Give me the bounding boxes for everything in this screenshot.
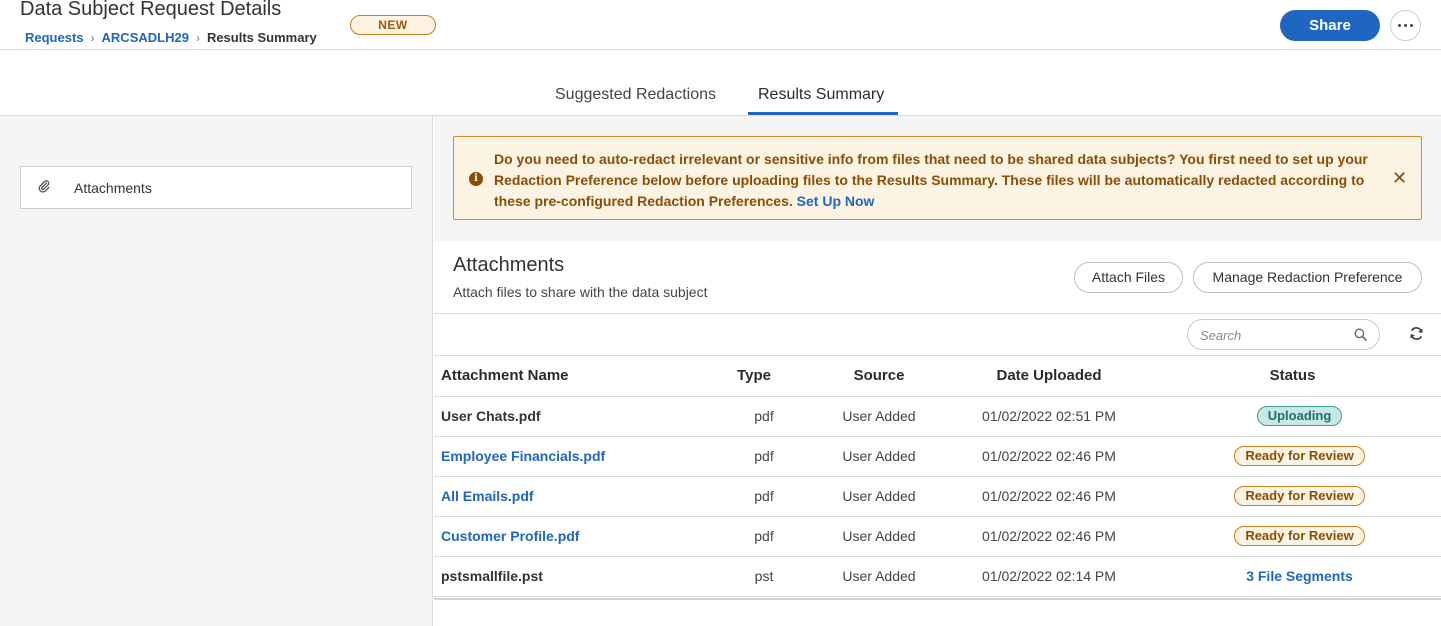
tab-bar: Suggested Redactions Results Summary — [0, 51, 1441, 116]
search-input[interactable] — [1200, 326, 1350, 344]
section-title: Attachments — [453, 254, 565, 276]
attachment-source: User Added — [804, 476, 954, 517]
status-badge: Ready for Review — [1234, 486, 1365, 506]
attachment-status: Ready for Review — [1144, 476, 1441, 517]
table-bottom-border — [434, 598, 1441, 600]
active-tab-indicator — [748, 112, 898, 115]
table-row: All Emails.pdf pdf User Added 01/02/2022… — [434, 476, 1441, 517]
page-title: Data Subject Request Details — [20, 0, 282, 20]
tab-results-summary[interactable]: Results Summary — [758, 86, 884, 104]
manage-redaction-preference-button[interactable]: Manage Redaction Preference — [1193, 262, 1422, 293]
attachment-source: User Added — [804, 556, 954, 597]
breadcrumb-requests[interactable]: Requests — [25, 30, 84, 45]
chevron-right-icon: › — [90, 30, 95, 45]
share-button[interactable]: Share — [1280, 10, 1380, 41]
attachment-type: pst — [704, 556, 804, 597]
search-icon[interactable] — [1354, 328, 1367, 341]
alert-message: Do you need to auto-redact irrelevant or… — [494, 151, 1368, 209]
attachment-name-link[interactable]: All Emails.pdf — [434, 476, 704, 517]
attachment-date: 01/02/2022 02:46 PM — [954, 476, 1144, 517]
column-header-source[interactable]: Source — [804, 356, 954, 397]
page-header: Data Subject Request Details Requests › … — [0, 0, 1441, 50]
search-box — [1187, 319, 1380, 350]
table-toolbar — [434, 314, 1441, 356]
attachment-date: 01/02/2022 02:46 PM — [954, 436, 1144, 477]
column-header-type[interactable]: Type — [704, 356, 804, 397]
table-row: Customer Profile.pdf pdf User Added 01/0… — [434, 516, 1441, 557]
table-row: pstsmallfile.pst pst User Added 01/02/20… — [434, 556, 1441, 597]
table-header-row: Attachment Name Type Source Date Uploade… — [434, 356, 1441, 397]
column-header-name[interactable]: Attachment Name — [434, 356, 704, 397]
status-badge: Ready for Review — [1234, 446, 1365, 466]
set-up-now-link[interactable]: Set Up Now — [797, 193, 875, 209]
attachment-status: Ready for Review — [1144, 516, 1441, 557]
breadcrumb-current: Results Summary — [206, 30, 317, 45]
attachment-name-link[interactable]: Employee Financials.pdf — [434, 436, 704, 477]
breadcrumb: Requests › ARCSADLH29 › Results Summary — [25, 30, 317, 45]
attachment-status: Ready for Review — [1144, 436, 1441, 477]
paperclip-icon — [38, 179, 50, 196]
sidebar-item-label: Attachments — [74, 180, 152, 196]
breadcrumb-request-id[interactable]: ARCSADLH29 — [102, 30, 189, 45]
attachment-source: User Added — [804, 396, 954, 437]
attachment-type: pdf — [704, 396, 804, 437]
table-row: User Chats.pdf pdf User Added 01/02/2022… — [434, 396, 1441, 437]
attachment-type: pdf — [704, 476, 804, 517]
status-badge: Uploading — [1256, 406, 1343, 426]
attachments-table: Attachment Name Type Source Date Uploade… — [434, 356, 1441, 597]
status-badge: NEW — [350, 15, 436, 35]
chevron-right-icon: › — [195, 30, 200, 45]
attachment-type: pdf — [704, 436, 804, 477]
attach-files-button[interactable]: Attach Files — [1074, 262, 1183, 293]
attachment-name-link[interactable]: Customer Profile.pdf — [434, 516, 704, 557]
close-icon[interactable]: ✕ — [1392, 168, 1407, 188]
tab-suggested-redactions[interactable]: Suggested Redactions — [555, 86, 716, 104]
attachment-status: 3 File Segments — [1144, 556, 1441, 597]
attachment-status: Uploading — [1144, 396, 1441, 437]
attachment-name: User Chats.pdf — [434, 396, 704, 437]
attachment-source: User Added — [804, 436, 954, 477]
column-header-date[interactable]: Date Uploaded — [954, 356, 1144, 397]
status-badge: Ready for Review — [1234, 526, 1365, 546]
column-header-status[interactable]: Status — [1144, 356, 1441, 397]
left-sidebar: Attachments — [0, 116, 433, 626]
attachment-type: pdf — [704, 516, 804, 557]
refresh-icon[interactable] — [1409, 326, 1424, 341]
attachment-date: 01/02/2022 02:46 PM — [954, 516, 1144, 557]
attachments-table-area: Attachment Name Type Source Date Uploade… — [434, 313, 1441, 626]
section-subtitle: Attach files to share with the data subj… — [453, 284, 708, 300]
table-row: Employee Financials.pdf pdf User Added 0… — [434, 436, 1441, 477]
attachment-date: 01/02/2022 02:14 PM — [954, 556, 1144, 597]
sidebar-item-attachments[interactable]: Attachments — [20, 166, 412, 209]
attachment-source: User Added — [804, 516, 954, 557]
more-options-button[interactable] — [1390, 10, 1421, 41]
attachment-name: pstsmallfile.pst — [434, 556, 704, 597]
redaction-alert: i Do you need to auto-redact irrelevant … — [453, 136, 1422, 220]
attachment-date: 01/02/2022 02:51 PM — [954, 396, 1144, 437]
info-icon: i — [469, 172, 483, 186]
ellipsis-icon — [1398, 24, 1401, 27]
file-segments-link[interactable]: 3 File Segments — [1246, 568, 1353, 584]
